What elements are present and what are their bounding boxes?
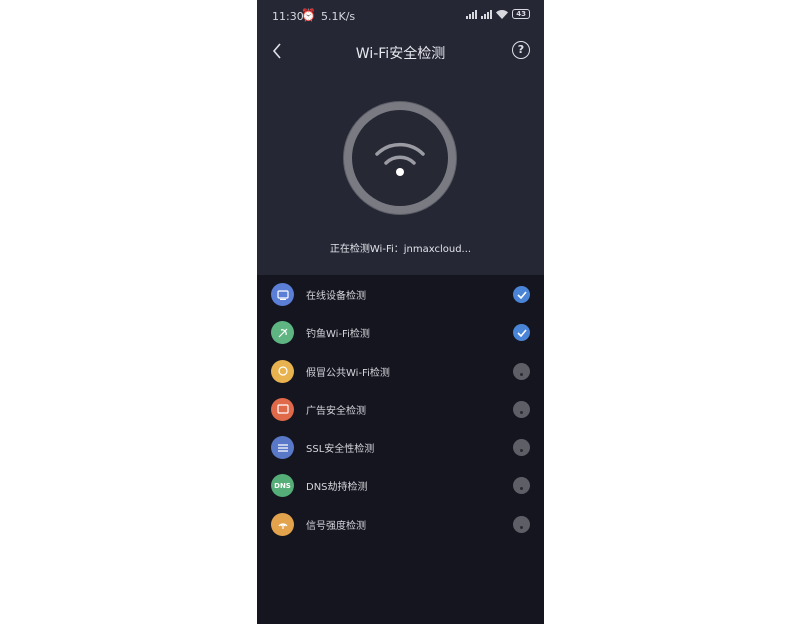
- cell-signal-2-icon: [481, 9, 493, 19]
- device-icon: [271, 283, 294, 306]
- check-pending-icon: [513, 400, 530, 418]
- ssl-icon: [271, 436, 294, 460]
- signal-icon: [271, 512, 294, 536]
- check-item-label: 信号强度检测: [306, 520, 366, 532]
- check-item-label: 在线设备检测: [306, 291, 366, 302]
- check-item-label: 广告安全检测: [306, 405, 366, 417]
- check-item-ssl: SSL安全性检测: [257, 428, 544, 466]
- wifi-icon: [375, 142, 425, 176]
- phone-screen: 11:30 ⏰ 5.1K/s 43 Wi-Fi安全检测 ? 正在检测Wi-Fi：…: [257, 0, 544, 624]
- check-item-online-devices: 在线设备检测: [257, 275, 544, 313]
- check-item-phishing: 钓鱼Wi-Fi检测: [257, 313, 544, 351]
- nav-bar: Wi-Fi安全检测 ?: [257, 34, 544, 68]
- scan-status-text: 正在检测Wi-Fi：jnmaxcloud...: [329, 244, 472, 255]
- check-item-dns: DNS DNS劫持检测: [257, 466, 544, 504]
- check-pending-icon: [513, 439, 530, 457]
- wifi-status-icon: [496, 9, 509, 19]
- check-pending-icon: [513, 477, 530, 495]
- phishing-icon: [271, 321, 294, 345]
- check-item-label: 钓鱼Wi-Fi检测: [306, 329, 370, 341]
- dns-icon-text: DNS: [274, 481, 291, 490]
- check-list: 在线设备检测 钓鱼Wi-Fi检测 假冒公共Wi-Fi检测 广告安全检测 SSL安…: [257, 275, 544, 543]
- help-button[interactable]: ?: [512, 41, 530, 59]
- check-done-icon: [513, 324, 530, 342]
- status-bar: 11:30 ⏰ 5.1K/s 43: [257, 0, 544, 32]
- page-title: Wi-Fi安全检测: [355, 46, 446, 62]
- scan-header-panel: 11:30 ⏰ 5.1K/s 43 Wi-Fi安全检测 ? 正在检测Wi-Fi：…: [257, 0, 544, 275]
- check-item-label: 假冒公共Wi-Fi检测: [306, 367, 390, 379]
- status-time: 11:30: [272, 10, 304, 23]
- check-pending-icon: [513, 515, 530, 533]
- check-item-ad-security: 广告安全检测: [257, 390, 544, 428]
- check-item-label: SSL安全性检测: [306, 444, 375, 456]
- check-item-signal-strength: 信号强度检测: [257, 505, 544, 543]
- network-speed: 5.1K/s: [321, 10, 356, 23]
- wifi-scan-inner: [352, 110, 448, 206]
- check-item-fake-public-wifi: 假冒公共Wi-Fi检测: [257, 352, 544, 390]
- wifi-scan-ring: [344, 102, 456, 214]
- dns-icon: DNS: [271, 474, 294, 498]
- check-item-label: DNS劫持检测: [306, 482, 368, 494]
- alarm-icon: ⏰: [301, 8, 316, 22]
- status-icons: 43: [466, 9, 530, 19]
- check-done-icon: [513, 286, 530, 303]
- fake-wifi-icon: [271, 359, 294, 383]
- ad-icon: [271, 397, 294, 421]
- check-pending-icon: [513, 362, 530, 380]
- cell-signal-icon: [466, 9, 478, 19]
- battery-icon: 43: [512, 9, 530, 19]
